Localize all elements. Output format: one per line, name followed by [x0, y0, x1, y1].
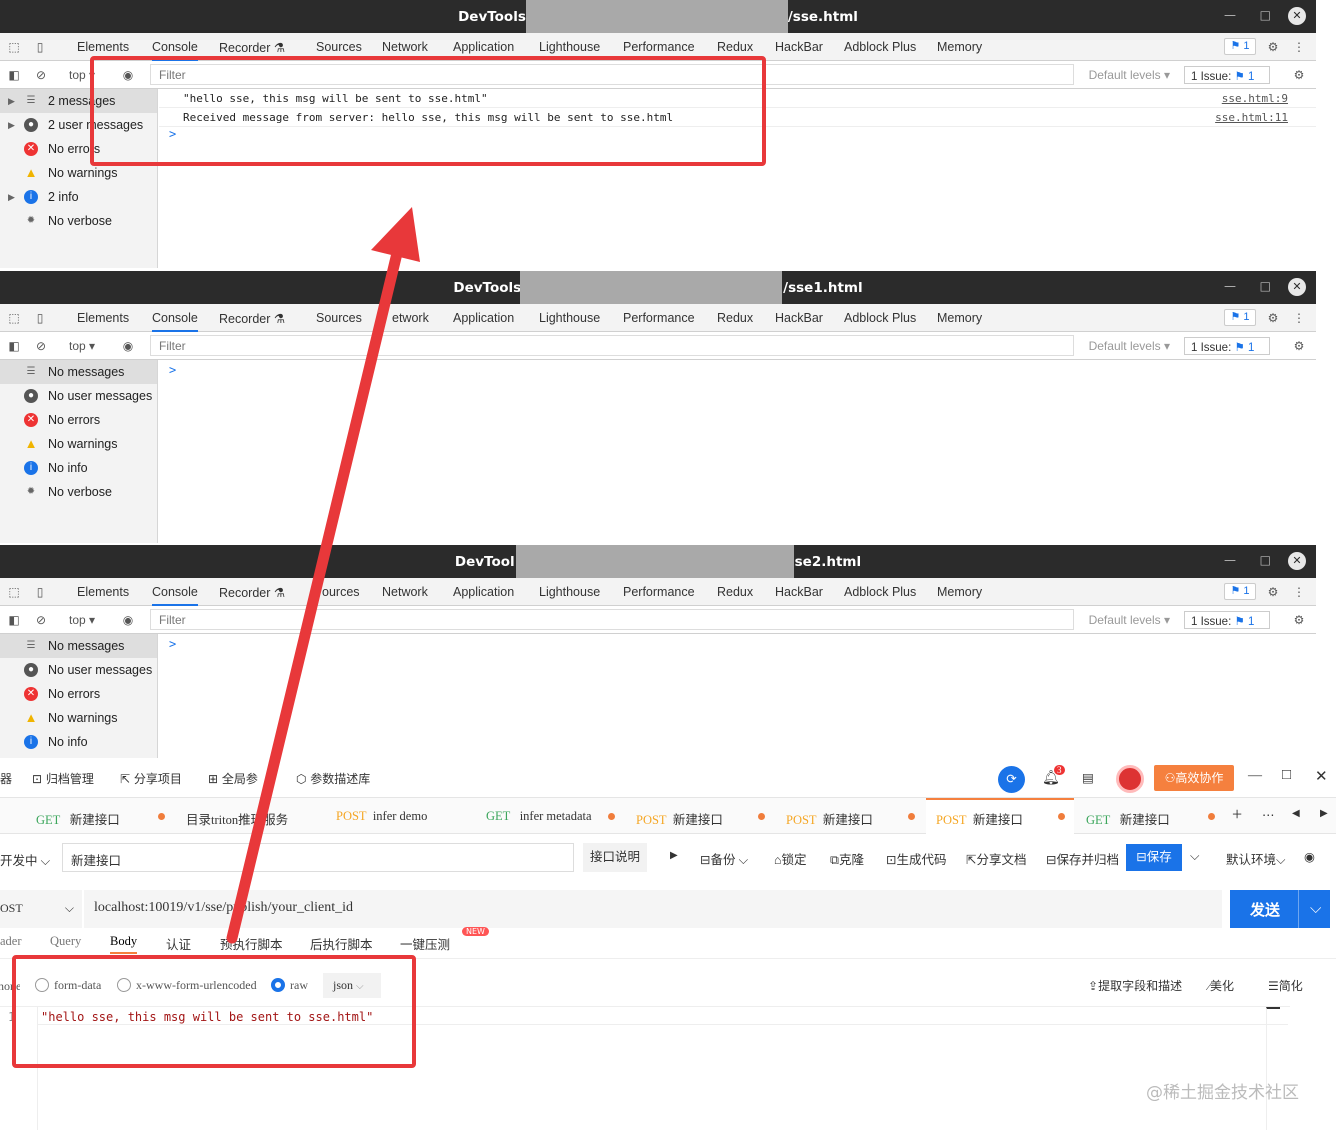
- annotation-arrow: [226, 207, 420, 944]
